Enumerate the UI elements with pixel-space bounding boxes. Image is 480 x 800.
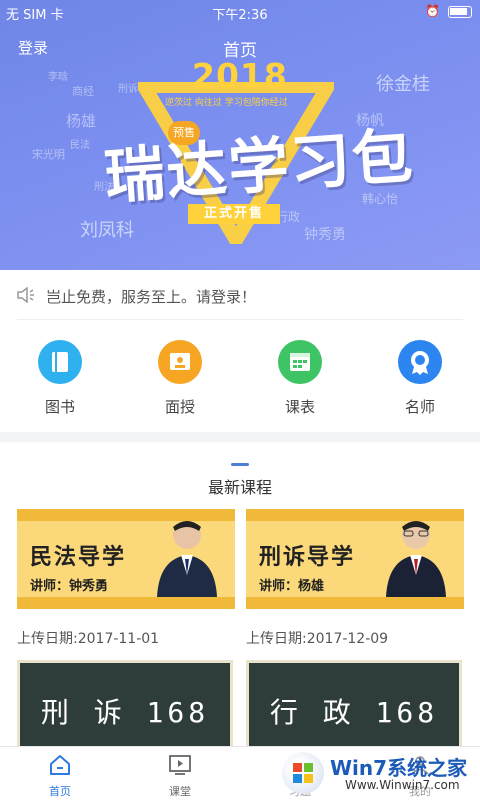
tab-classroom[interactable]: 课堂 [140,753,220,799]
tab-home[interactable]: 首页 [20,753,100,799]
watermark-brand: Win7系统之家 [330,756,468,780]
shortcut-label: 名师 [404,398,435,416]
banner-name: 刘凤科 [80,220,134,241]
course-lecturer: 讲师：钟秀勇 [30,579,109,594]
course-title: 刑 诉 168 [40,696,210,729]
watermark-url: Www.Winwin7.com [345,778,460,792]
course-card[interactable]: 行 政 168 [246,660,462,750]
section-title: 最新课程 [207,478,272,497]
notice-text: 岂止免费，服务至上。请登录！ [46,288,257,306]
course-title: 民法导学 [30,545,127,570]
presale-badge: 预售 [168,121,200,145]
banner-name: 民法 [70,140,90,151]
lecturer-photo [386,521,446,597]
course-card[interactable]: 民法导学 讲师：钟秀勇 [17,509,235,609]
speaker-icon [17,287,34,303]
banner-name: 商经 [72,85,94,98]
section-indicator [231,463,249,466]
shortcut-teachers[interactable]: 名师 [380,336,460,417]
classroom-icon [158,340,202,384]
launch-badge: 正式开售 [188,204,281,224]
shortcut-label: 面授 [164,398,195,416]
notice-bar[interactable]: 岂止免费，服务至上。请登录！ [0,270,480,320]
book-icon [38,340,82,384]
course-title: 行 政 168 [269,696,439,729]
tab-label: 首页 [49,785,71,798]
course-date: 上传日期:2017-11-01 [17,631,160,647]
course-card[interactable]: 刑诉导学 讲师：杨雄 [246,509,464,609]
card-stripe [17,597,235,609]
schedule-icon [278,340,322,384]
teacher-badge-icon [398,340,442,384]
banner-year: 2018 [192,56,288,95]
shortcut-label: 图书 [44,398,75,416]
battery-icon [448,6,472,18]
course-date: 上传日期:2017-12-09 [246,631,389,647]
tab-label: 课堂 [169,785,191,798]
section-gap [0,432,480,442]
play-icon [169,755,191,775]
banner-name: 刑诉 [118,84,138,95]
status-bar: 无 SIM 卡 下午2:36 ⏰ [0,0,480,24]
hero-banner[interactable]: 无 SIM 卡 下午2:36 ⏰ 登录 首页 李晗 商经 刑诉 杨雄 宋光明 刑… [0,0,480,270]
course-card[interactable]: 刑 诉 168 [17,660,233,750]
shortcut-classroom[interactable]: 面授 [140,336,220,417]
banner-name: 杨雄 [66,112,97,130]
shortcut-schedule[interactable]: 课表 [260,336,340,417]
divider [17,319,463,320]
shortcut-grid: 图书 面授 课表 名师 [0,336,480,426]
banner-name: 李晗 [48,72,68,83]
banner-name: 徐金桂 [376,74,430,95]
banner-name: 宋光明 [32,148,65,161]
alarm-icon: ⏰ [425,4,440,18]
course-title: 刑诉导学 [259,545,356,570]
shortcut-label: 课表 [284,398,315,416]
shortcut-books[interactable]: 图书 [20,336,100,417]
course-lecturer: 讲师：杨雄 [259,579,325,594]
home-icon [50,755,70,775]
lecturer-photo [157,521,217,597]
banner-slogan: 逆茨过 向往过 学习包陪你经过 [165,98,288,108]
clock: 下午2:36 [212,8,268,23]
card-stripe [246,597,464,609]
windows-logo-icon [282,752,324,794]
